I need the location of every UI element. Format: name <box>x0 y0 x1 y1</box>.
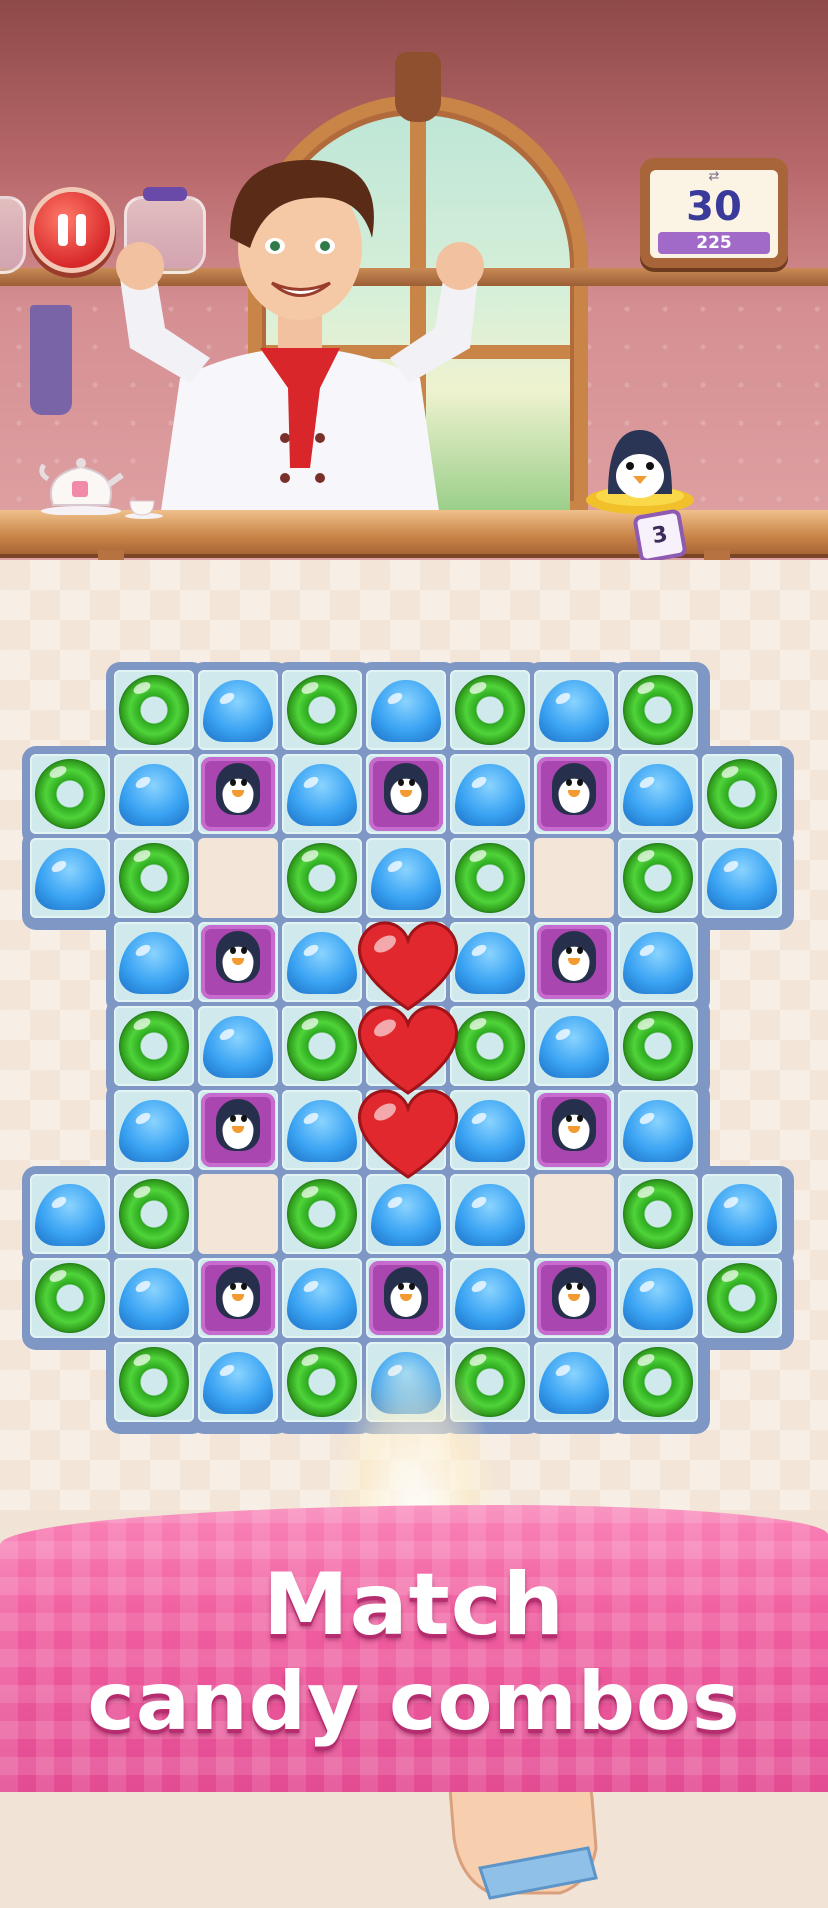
green-donut-candy[interactable] <box>119 1011 189 1081</box>
penguin-blocker[interactable] <box>201 1093 275 1167</box>
penguin-belly <box>559 1117 589 1149</box>
penguin-belly <box>391 1285 421 1317</box>
penguin-blocker[interactable] <box>537 757 611 831</box>
moves-counter-sign: ⇄ 30 225 <box>640 158 788 268</box>
green-donut-candy[interactable] <box>287 843 357 913</box>
chef-character <box>116 159 484 518</box>
green-donut-candy[interactable] <box>287 1011 357 1081</box>
penguin-eye <box>577 947 583 954</box>
pause-icon-bar <box>76 214 86 246</box>
penguin-eye <box>577 779 583 786</box>
penguin-eye <box>230 947 236 954</box>
penguin-eye <box>230 1283 236 1290</box>
penguin-belly <box>559 949 589 981</box>
penguin-eye <box>241 779 247 786</box>
penguin-eye <box>230 1115 236 1122</box>
penguin-eye <box>577 1115 583 1122</box>
penguin-eye <box>241 947 247 954</box>
green-donut-candy[interactable] <box>455 675 525 745</box>
green-donut-candy[interactable] <box>119 1179 189 1249</box>
green-donut-candy[interactable] <box>623 1347 693 1417</box>
green-donut-candy[interactable] <box>35 759 105 829</box>
penguin-blocker[interactable] <box>369 1261 443 1335</box>
board-hole <box>198 1174 278 1254</box>
penguin-eye <box>409 1283 415 1290</box>
penguin-eye <box>398 1283 404 1290</box>
candy-jar-icon <box>0 196 26 274</box>
pause-button[interactable] <box>34 192 110 268</box>
green-donut-candy[interactable] <box>707 1263 777 1333</box>
penguin-eye <box>566 1283 572 1290</box>
penguin-eye <box>241 1283 247 1290</box>
pause-icon <box>58 214 68 246</box>
green-donut-candy[interactable] <box>455 843 525 913</box>
penguin-blocker[interactable] <box>201 1261 275 1335</box>
board-hole <box>534 838 614 918</box>
green-donut-candy[interactable] <box>623 1179 693 1249</box>
penguin-blocker[interactable] <box>201 757 275 831</box>
green-donut-candy[interactable] <box>707 759 777 829</box>
goal-count-badge: 3 <box>632 508 688 560</box>
penguin-eye <box>409 779 415 786</box>
banner-headline: Match <box>263 1555 565 1655</box>
window-latch <box>395 52 441 122</box>
green-donut-candy[interactable] <box>35 1263 105 1333</box>
penguin-eye <box>566 947 572 954</box>
penguin-belly <box>223 949 253 981</box>
green-donut-candy[interactable] <box>455 1011 525 1081</box>
green-donut-candy[interactable] <box>623 843 693 913</box>
teapot-icon <box>39 458 124 515</box>
penguin-blocker[interactable] <box>201 925 275 999</box>
green-donut-candy[interactable] <box>119 843 189 913</box>
swap-arrows-icon: ⇄ <box>708 169 720 184</box>
score-value: 225 <box>658 232 770 254</box>
penguin-blocker[interactable] <box>537 925 611 999</box>
green-donut-candy[interactable] <box>287 1179 357 1249</box>
shelf-bracket <box>704 550 730 560</box>
penguin-blocker[interactable] <box>369 757 443 831</box>
green-donut-candy[interactable] <box>287 1347 357 1417</box>
kitchen-scene: ⇄ 30 225 3 <box>0 0 828 560</box>
penguin-eye <box>566 779 572 786</box>
banner-subheadline: candy combos <box>87 1655 741 1748</box>
penguin-eye <box>230 779 236 786</box>
moves-left: 30 <box>686 184 742 230</box>
green-donut-candy[interactable] <box>623 675 693 745</box>
green-donut-candy[interactable] <box>119 1347 189 1417</box>
shelf-bracket <box>98 550 124 560</box>
red-heart-candy[interactable] <box>353 1082 463 1182</box>
green-donut-candy[interactable] <box>287 675 357 745</box>
penguin-belly <box>559 781 589 813</box>
penguin-belly <box>223 781 253 813</box>
penguin-eye <box>241 1115 247 1122</box>
towel-icon <box>30 305 72 415</box>
penguin-belly <box>559 1285 589 1317</box>
penguin-belly <box>223 1285 253 1317</box>
penguin-eye <box>398 779 404 786</box>
penguin-eye <box>577 1283 583 1290</box>
teacup-icon <box>125 500 163 519</box>
penguin-belly <box>223 1117 253 1149</box>
penguin-eye <box>566 1115 572 1122</box>
board-hole <box>198 838 278 918</box>
green-donut-candy[interactable] <box>623 1011 693 1081</box>
penguin-blocker[interactable] <box>537 1093 611 1167</box>
green-donut-candy[interactable] <box>119 675 189 745</box>
penguin-blocker[interactable] <box>537 1261 611 1335</box>
game-board-area <box>0 560 828 1900</box>
board-hole <box>534 1174 614 1254</box>
penguin-belly <box>391 781 421 813</box>
